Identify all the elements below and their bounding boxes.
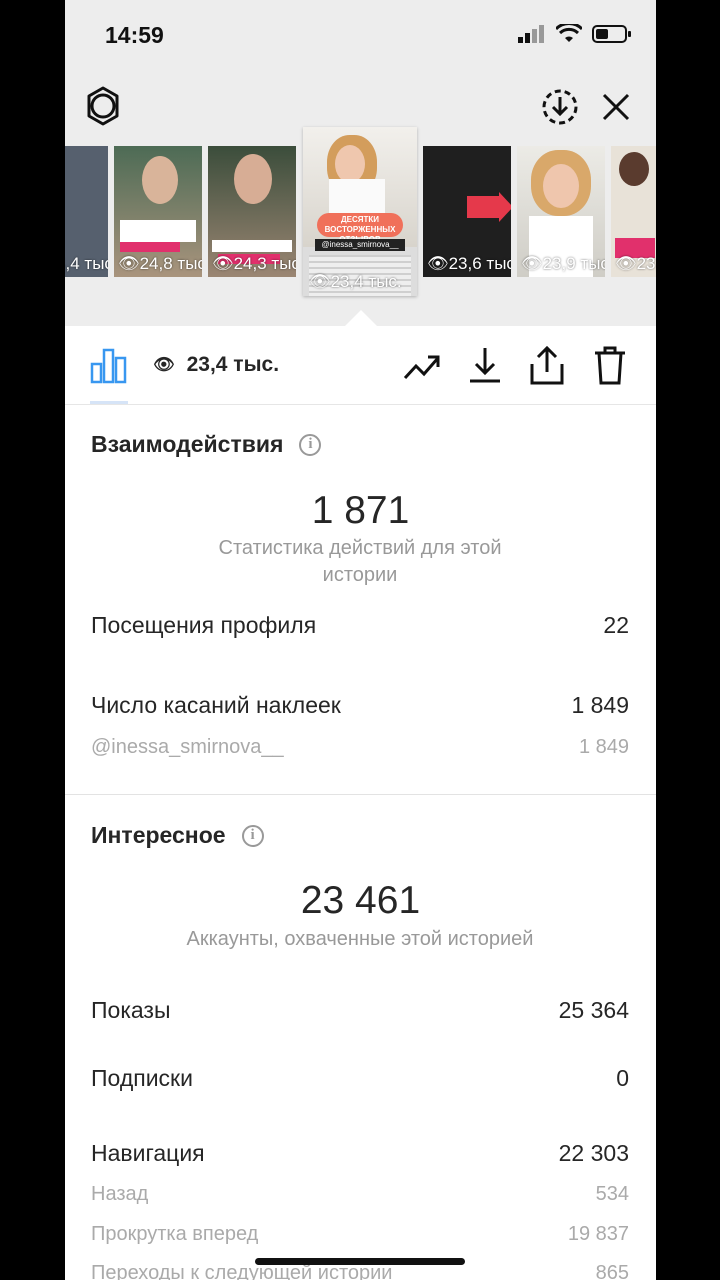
toolbar-views-value: 23,4 тыс. <box>186 353 280 376</box>
stat-label: Посещения профиля <box>91 612 317 638</box>
eye-icon: 👁 <box>615 254 637 273</box>
stat-subrow-forward: Прокрутка вперед 19 837 <box>91 1223 629 1246</box>
toolbar-views: 👁 23,4 тыс. <box>153 353 279 377</box>
battery-icon <box>592 25 631 43</box>
stat-subrow-sticker-handle[interactable]: @inessa_smirnova__ 1 849 <box>91 736 629 759</box>
stat-row-impressions: Показы 25 364 <box>91 997 629 1024</box>
story-thumbnail[interactable]: 👁23,6 тыс. <box>611 146 656 277</box>
discovery-title: Интересное i <box>91 822 264 849</box>
stat-label: Навигация <box>91 1140 205 1166</box>
story-handle: @inessa_smirnova__ <box>315 239 405 251</box>
stat-value: 25 364 <box>558 997 629 1023</box>
story-badge: ДЕСЯТКИ ВОСТОРЖЕННЫХ ОТЗЫВОВ <box>317 213 403 244</box>
stat-value: 19 837 <box>567 1223 629 1245</box>
trending-icon[interactable] <box>403 352 441 382</box>
story-thumbnail[interactable]: 👁23,9 тыс. <box>517 146 605 277</box>
selected-story-views: 23,4 тыс. <box>330 272 402 291</box>
story-thumbnail[interactable]: 👁24,4 тыс. <box>65 146 108 277</box>
status-icons <box>518 24 632 44</box>
trash-icon[interactable] <box>593 346 627 386</box>
thumbnail-views: 24,4 тыс. <box>65 254 108 273</box>
story-thumbnail[interactable]: 👁24,3 тыс. <box>208 146 296 277</box>
stat-label: Число касаний наклеек <box>91 692 341 718</box>
section-divider <box>65 794 656 795</box>
selected-story-thumbnail[interactable]: ДЕСЯТКИ ВОСТОРЖЕННЫХ ОТЗЫВОВ @inessa_smi… <box>303 127 417 296</box>
stat-value: 22 <box>603 612 629 638</box>
interactions-total: 1 871 <box>311 489 410 532</box>
stat-value: 1 849 <box>578 736 629 758</box>
stat-row-sticker-taps: Число касаний наклеек 1 849 <box>91 692 629 719</box>
thumbnail-views: 23,9 тыс. <box>542 254 605 273</box>
thumbnail-views: 24,8 тыс. <box>139 254 202 273</box>
close-icon[interactable] <box>601 92 631 122</box>
eye-icon: 👁 <box>309 272 331 291</box>
status-time: 14:59 <box>105 22 164 48</box>
story-thumbnail[interactable]: 👁23,6 тыс. <box>423 146 511 277</box>
download-circle-icon[interactable] <box>541 88 579 126</box>
discovery-title-text: Интересное <box>91 822 226 848</box>
eye-icon: 👁 <box>118 254 140 273</box>
story-thumbnail[interactable]: 👁24,8 тыс. <box>114 146 202 277</box>
signal-icon <box>518 25 544 43</box>
info-icon[interactable]: i <box>299 433 322 456</box>
thumbnail-views: 23,6 тыс. <box>448 254 511 273</box>
interactions-title: Взаимодействия i <box>91 431 322 458</box>
share-icon[interactable] <box>529 346 565 386</box>
bar-chart-icon[interactable] <box>90 348 128 384</box>
interactions-title-text: Взаимодействия <box>91 431 284 457</box>
settings-gear-icon[interactable] <box>83 86 123 126</box>
stat-value: 1 849 <box>571 692 629 718</box>
stat-label: Прокрутка вперед <box>91 1223 259 1245</box>
active-tab-indicator <box>90 401 128 404</box>
phone-screen: 14:59 ,4 ты 👁24,8 тыс 👁24,3 тыс 👁23,6 ты… <box>65 0 656 1280</box>
stat-subrow-back: Назад 534 <box>91 1183 629 1206</box>
status-bar: 14:59 <box>65 0 656 70</box>
stat-row-profile-visits: Посещения профиля 22 <box>91 612 629 639</box>
stat-row-follows: Подписки 0 <box>91 1065 629 1092</box>
stat-value: 0 <box>616 1065 629 1091</box>
stat-label: Назад <box>91 1183 149 1205</box>
thumbnail-views: 24,3 тыс. <box>233 254 296 273</box>
stat-value: 534 <box>595 1183 629 1205</box>
eye-icon: 👁 <box>153 355 175 374</box>
eye-icon: 👁 <box>521 254 543 273</box>
stat-value: 22 303 <box>558 1140 629 1166</box>
stat-label: @inessa_smirnova__ <box>91 736 284 758</box>
stat-value: 865 <box>595 1262 629 1280</box>
eye-icon: 👁 <box>212 254 234 273</box>
info-icon[interactable]: i <box>241 824 264 847</box>
stat-label: Показы <box>91 997 171 1023</box>
story-carousel-area: 14:59 ,4 ты 👁24,8 тыс 👁24,3 тыс 👁23,6 ты… <box>65 0 656 326</box>
wifi-icon <box>556 24 582 42</box>
interactions-caption: Статистика действий для этой истории <box>218 537 502 586</box>
download-icon[interactable] <box>468 346 502 384</box>
stat-row-navigation: Навигация 22 303 <box>91 1140 629 1167</box>
discovery-total: 23 461 <box>300 879 421 922</box>
story-toolbar: 👁 23,4 тыс. <box>65 326 656 405</box>
eye-icon: 👁 <box>427 254 449 273</box>
selection-pointer <box>345 310 377 326</box>
thumbnail-views: 23,6 тыс. <box>636 254 656 273</box>
discovery-caption: Аккаунты, охваченные этой историей <box>186 928 534 950</box>
home-indicator[interactable] <box>255 1258 465 1265</box>
stat-label: Подписки <box>91 1065 193 1091</box>
